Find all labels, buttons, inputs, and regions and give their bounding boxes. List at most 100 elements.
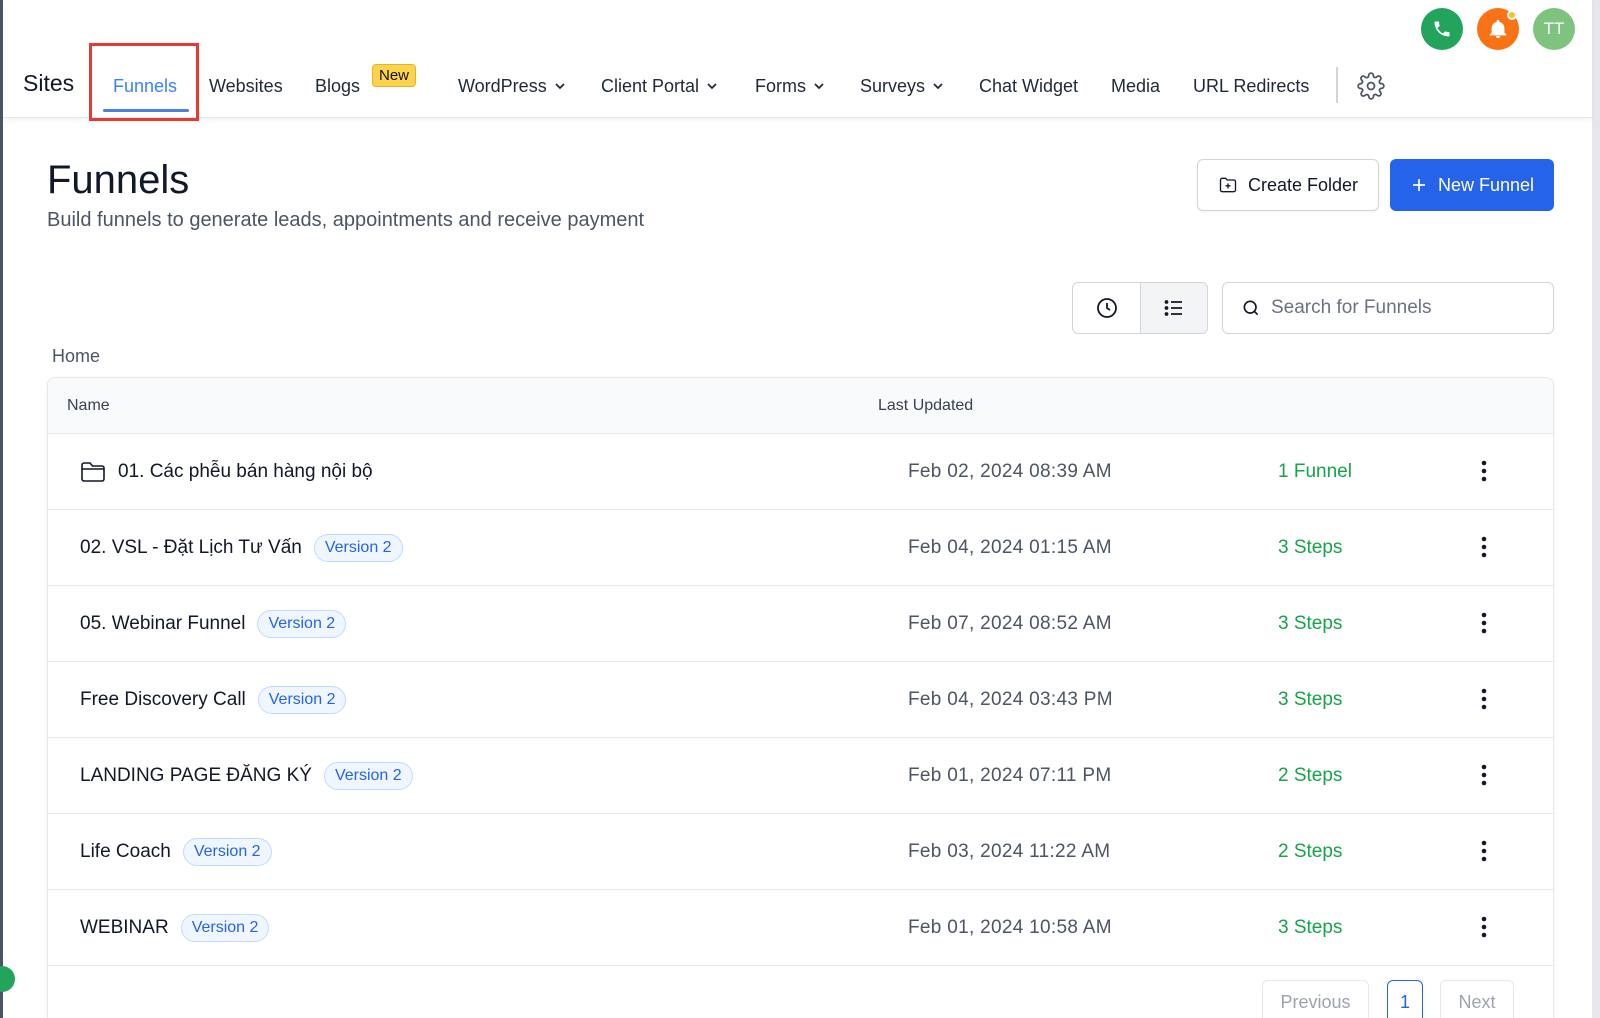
row-date: Feb 02, 2024 08:39 AM [908,461,1112,482]
row-count: 1 Funnel [1278,461,1352,482]
version-badge: Version 2 [313,534,403,562]
table-row[interactable]: Free Discovery Call Version 2 Feb 04, 20… [48,662,1553,738]
tab-blogs[interactable]: Blogs [315,73,360,99]
gear-icon[interactable] [1357,72,1385,100]
nav-divider [1336,67,1338,103]
tab-url-redirects[interactable]: URL Redirects [1193,73,1309,99]
row-date: Feb 03, 2024 11:22 AM [908,841,1111,862]
chevron-down-icon [707,83,717,90]
view-toggle [1072,282,1208,334]
row-count: 2 Steps [1278,765,1343,786]
tab-surveys[interactable]: Surveys [860,73,943,99]
table-row[interactable]: 01. Các phễu bán hàng nội bộ Feb 02, 202… [48,434,1553,510]
new-funnel-button[interactable]: New Funnel [1390,159,1554,211]
row-name[interactable]: Life Coach Version 2 [80,814,272,890]
row-name[interactable]: Free Discovery Call Version 2 [80,662,347,738]
tab-websites[interactable]: Websites [209,73,283,99]
chevron-down-icon [933,83,943,90]
list-icon [1164,300,1182,316]
row-name[interactable]: 01. Các phễu bán hàng nội bộ [80,434,373,510]
more-options-button[interactable] [1470,912,1498,942]
tab-chat-widget[interactable]: Chat Widget [979,73,1078,99]
page-title: Funnels [47,158,190,202]
kebab-menu-icon [1481,460,1487,482]
more-options-button[interactable] [1470,608,1498,638]
search-icon [1243,300,1259,316]
next-page-button[interactable]: Next [1440,980,1514,1018]
page-subtitle: Build funnels to generate leads, appoint… [47,209,645,231]
row-name[interactable]: LANDING PAGE ĐĂNG KÝ Version 2 [80,738,413,814]
more-options-button[interactable] [1470,532,1498,562]
version-badge: Version 2 [323,762,413,790]
column-last-updated[interactable]: Last Updated [878,397,973,415]
row-count: 3 Steps [1278,689,1343,710]
row-count: 3 Steps [1278,537,1343,558]
row-count: 2 Steps [1278,841,1343,862]
avatar[interactable]: TT [1533,8,1575,50]
kebab-menu-icon [1481,916,1487,938]
row-date: Feb 07, 2024 08:52 AM [908,613,1112,634]
notifications-button[interactable] [1477,8,1519,50]
new-badge: New [372,64,417,87]
window-gutter [1592,0,1600,1018]
row-count: 3 Steps [1278,917,1343,938]
phone-button[interactable] [1421,8,1463,50]
tab-client-portal[interactable]: Client Portal [601,73,717,99]
notification-dot [1507,10,1517,20]
row-date: Feb 01, 2024 07:11 PM [908,765,1112,786]
more-options-button[interactable] [1470,456,1498,486]
version-badge: Version 2 [257,610,347,638]
phone-icon [1434,21,1450,37]
table-row[interactable]: WEBINAR Version 2 Feb 01, 2024 10:58 AM … [48,890,1553,966]
folder-plus-icon [1219,177,1237,193]
row-name[interactable]: 02. VSL - Đặt Lịch Tư Vấn Version 2 [80,510,403,586]
list-view-button[interactable] [1140,283,1207,333]
more-options-button[interactable] [1470,836,1498,866]
app: TT Sites Funnels Websites Blogs New Word… [0,0,1592,1018]
table-header: Name Last Updated [48,378,1553,434]
version-badge: Version 2 [257,686,347,714]
kebab-menu-icon [1481,536,1487,558]
brand-title: Sites [23,70,75,96]
tab-funnels[interactable]: Funnels [113,73,177,99]
side-panel-handle[interactable] [0,966,15,992]
row-name[interactable]: WEBINAR Version 2 [80,890,270,966]
clock-icon [1096,298,1117,318]
kebab-menu-icon [1481,612,1487,634]
funnels-table: Name Last Updated 01. Các phễu bán hàng … [47,377,1554,1018]
table-row[interactable]: 02. VSL - Đặt Lịch Tư Vấn Version 2 Feb … [48,510,1553,586]
chevron-down-icon [814,83,824,90]
kebab-menu-icon [1481,688,1487,710]
tab-forms[interactable]: Forms [755,73,824,99]
tab-wordpress[interactable]: WordPress [458,73,565,99]
more-options-button[interactable] [1470,684,1498,714]
chevron-down-icon [555,83,565,90]
table-row[interactable]: Life Coach Version 2 Feb 03, 2024 11:22 … [48,814,1553,890]
search-input[interactable] [1271,297,1531,319]
version-badge: Version 2 [182,838,272,866]
row-date: Feb 04, 2024 03:43 PM [908,689,1113,710]
folder-icon [81,462,105,482]
active-tab-underline [103,109,189,112]
create-folder-button[interactable]: Create Folder [1197,159,1379,211]
table-row[interactable]: LANDING PAGE ĐĂNG KÝ Version 2 Feb 01, 2… [48,738,1553,814]
row-date: Feb 04, 2024 01:15 AM [908,537,1112,558]
plus-icon [1412,179,1425,191]
tab-media[interactable]: Media [1111,73,1160,99]
breadcrumb[interactable]: Home [52,346,100,367]
version-badge: Version 2 [180,914,270,942]
kebab-menu-icon [1481,840,1487,862]
kebab-menu-icon [1481,764,1487,786]
previous-page-button[interactable]: Previous [1262,980,1369,1018]
avatar-initials: TT [1543,19,1565,38]
table-row[interactable]: 05. Webinar Funnel Version 2 Feb 07, 202… [48,586,1553,662]
top-nav: TT Sites Funnels Websites Blogs New Word… [3,0,1592,121]
more-options-button[interactable] [1470,760,1498,790]
row-count: 3 Steps [1278,613,1343,634]
row-name[interactable]: 05. Webinar Funnel Version 2 [80,586,347,662]
search-box [1222,282,1554,334]
page-number-button[interactable]: 1 [1387,980,1423,1018]
bell-icon [1489,19,1507,39]
column-name[interactable]: Name [67,397,110,415]
recent-view-button[interactable] [1073,283,1140,333]
